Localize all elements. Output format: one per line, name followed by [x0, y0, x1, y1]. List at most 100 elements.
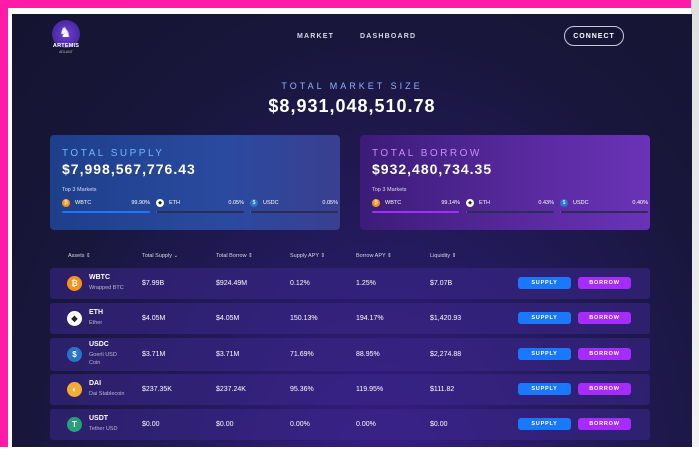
dai-icon: ◐ — [67, 382, 82, 397]
table-row[interactable]: T USDT Tether USD $0.00 $0.00 0.00% 0.00… — [50, 409, 650, 440]
card-title: TOTAL BORROW — [372, 148, 482, 159]
market-share-bar — [250, 211, 338, 213]
asset-name: Goerli USD Coin — [89, 352, 117, 366]
market-share-fill — [466, 211, 467, 213]
total-market-value: $8,931,048,510.78 — [268, 96, 436, 116]
total-market-label: TOTAL MARKET SIZE — [281, 81, 423, 91]
market-share-fill — [250, 211, 251, 213]
app-window: ♞ ARTEMIS ADLANT MARKET DASHBOARD CONNEC… — [12, 14, 692, 447]
market-name: WBTC — [385, 200, 402, 206]
market-share-fill — [62, 211, 150, 213]
market-share-fill — [156, 211, 157, 213]
borrow-button[interactable]: BORROW — [578, 277, 631, 289]
market-share-bar — [372, 211, 460, 213]
col-header-assets[interactable]: Assets ⇕ — [68, 253, 91, 259]
ethereum-icon: ◆ — [67, 311, 82, 326]
supply-apy: 0.00% — [290, 421, 310, 428]
total-borrow: $4.05M — [216, 315, 240, 322]
nav-dashboard[interactable]: DASHBOARD — [360, 33, 416, 40]
market-share-bar — [156, 211, 244, 213]
total-borrow: $924.49M — [216, 280, 248, 287]
market-name: USDC — [573, 200, 589, 206]
asset-symbol: DAI — [89, 380, 102, 387]
supply-apy: 150.13% — [290, 315, 318, 322]
supply-button[interactable]: SUPPLY — [518, 312, 571, 324]
market-share-fill — [372, 211, 460, 213]
market-share-bar — [62, 211, 150, 213]
table-row[interactable]: $ USDC Goerli USD Coin $3.71M $3.71M 71.… — [50, 338, 650, 371]
bitcoin-icon: ₿ — [62, 199, 70, 207]
market-pct: 0.43% — [538, 200, 554, 206]
col-header-borrow-apy[interactable]: Borrow APY ⇕ — [356, 253, 392, 259]
supply-button[interactable]: SUPPLY — [518, 418, 571, 430]
window-frame-top — [0, 0, 699, 8]
total-supply: $4.05M — [142, 315, 166, 322]
borrow-button[interactable]: BORROW — [578, 418, 631, 430]
brand-subtitle: ADLANT — [59, 50, 73, 54]
asset-symbol: WBTC — [89, 274, 110, 281]
supply-button[interactable]: SUPPLY — [518, 348, 571, 360]
bitcoin-icon: ₿ — [372, 199, 380, 207]
table-row[interactable]: ◐ DAI Dai Stablecoin $237.35K $237.24K 9… — [50, 374, 650, 405]
top-market-wbtc: ₿ WBTC 99.14% — [372, 199, 460, 215]
market-pct: 0.05% — [228, 200, 244, 206]
market-name: USDC — [263, 200, 279, 206]
top-market-usdc: $ USDC 0.40% — [560, 199, 648, 215]
brand-logo[interactable]: ♞ ARTEMIS ADLANT — [50, 20, 82, 54]
borrow-button[interactable]: BORROW — [578, 348, 631, 360]
table-row[interactable]: ◆ ETH Ether $4.05M $4.05M 150.13% 194.17… — [50, 303, 650, 334]
borrow-apy: 1.25% — [356, 280, 376, 287]
supply-apy: 95.36% — [290, 386, 314, 393]
ethereum-icon: ◆ — [156, 199, 164, 207]
borrow-apy: 119.95% — [356, 386, 384, 393]
borrow-apy: 194.17% — [356, 315, 384, 322]
col-header-total-supply[interactable]: Total Supply ⌄ — [142, 253, 178, 259]
col-header-supply-apy[interactable]: Supply APY ⇕ — [290, 253, 325, 259]
total-borrow-card: TOTAL BORROW $932,480,734.35 Top 3 Marke… — [360, 135, 650, 230]
borrow-button[interactable]: BORROW — [578, 312, 631, 324]
deer-icon: ♞ — [59, 24, 72, 40]
liquidity: $1,420.93 — [430, 315, 462, 322]
market-name: WBTC — [75, 200, 92, 206]
usdc-icon: $ — [560, 199, 568, 207]
nav-market[interactable]: MARKET — [297, 33, 334, 40]
usdc-icon: $ — [250, 199, 258, 207]
market-share-bar — [466, 211, 554, 213]
asset-symbol: USDT — [89, 415, 109, 422]
market-pct: 99.90% — [131, 200, 150, 206]
supply-button[interactable]: SUPPLY — [518, 383, 571, 395]
total-supply-card: TOTAL SUPPLY $7,998,567,776.43 Top 3 Mar… — [50, 135, 340, 230]
card-title: TOTAL SUPPLY — [62, 148, 165, 159]
asset-symbol: ETH — [89, 309, 103, 316]
market-name: ETH — [479, 200, 490, 206]
usdc-icon: $ — [67, 347, 82, 362]
col-header-total-borrow[interactable]: Total Borrow ⇕ — [216, 253, 253, 259]
bitcoin-icon: ₿ — [67, 276, 82, 291]
asset-symbol: USDC — [89, 341, 109, 348]
total-borrow: $3.71M — [216, 351, 240, 358]
tether-icon: T — [67, 417, 82, 432]
ethereum-icon: ◆ — [466, 199, 474, 207]
top-markets-label: Top 3 Markets — [62, 187, 97, 193]
supply-apy: 0.12% — [290, 280, 310, 287]
table-row[interactable]: ₿ WBTC Wrapped BTC $7.99B $924.49M 0.12%… — [50, 268, 650, 299]
liquidity: $2,274.88 — [430, 351, 462, 358]
card-value: $7,998,567,776.43 — [62, 161, 196, 177]
supply-apy: 71.69% — [290, 351, 314, 358]
market-name: ETH — [169, 200, 180, 206]
market-pct: 0.05% — [322, 200, 338, 206]
window-frame-right — [691, 0, 699, 455]
liquidity: $0.00 — [430, 421, 448, 428]
asset-name: Dai Stablecoin — [89, 391, 125, 397]
liquidity: $111.82 — [430, 386, 455, 393]
supply-button[interactable]: SUPPLY — [518, 277, 571, 289]
connect-button[interactable]: CONNECT — [564, 26, 624, 46]
col-header-liquidity[interactable]: Liquidity ⇕ — [430, 253, 456, 259]
top-market-usdc: $ USDC 0.05% — [250, 199, 338, 215]
borrow-apy: 88.95% — [356, 351, 380, 358]
asset-name: Ether — [89, 320, 103, 326]
market-pct: 0.40% — [632, 200, 648, 206]
market-pct: 99.14% — [441, 200, 460, 206]
borrow-button[interactable]: BORROW — [578, 383, 631, 395]
window-frame-bottom — [0, 447, 699, 455]
